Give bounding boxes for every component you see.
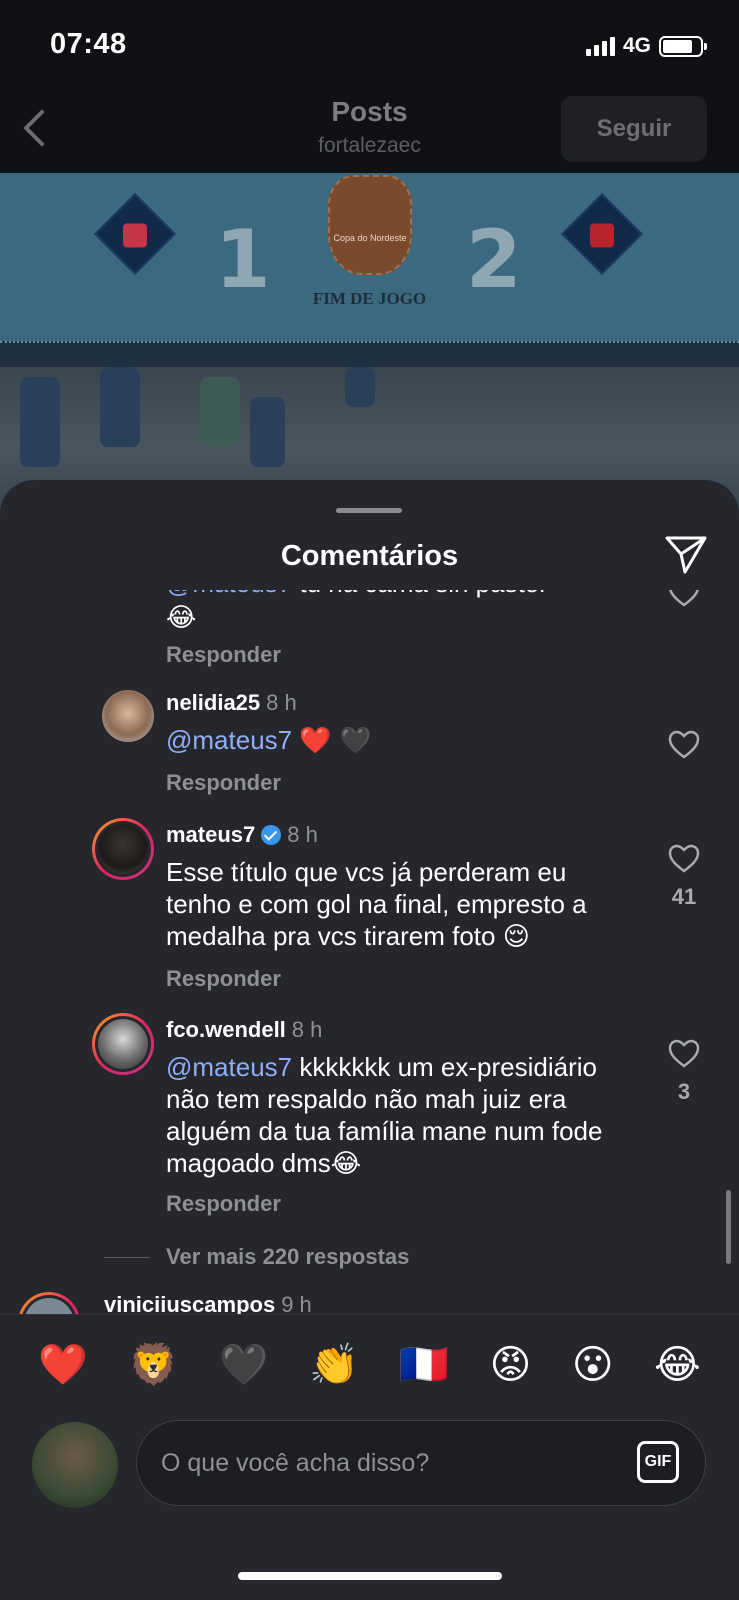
- comments-list: @mateus7 tu na cama sin pastor 😂 Respond…: [0, 590, 739, 1420]
- comment-time: 8 h: [287, 822, 318, 847]
- sheet-handle[interactable]: [336, 508, 402, 513]
- comment-username[interactable]: nelidia25 8 h: [166, 690, 297, 716]
- status-bar: 07:48 4G: [0, 0, 739, 90]
- home-crest-icon: [93, 192, 177, 276]
- scrollbar[interactable]: [726, 1190, 731, 1264]
- share-send-icon[interactable]: [663, 530, 709, 576]
- more-replies-button[interactable]: Ver mais 220 respostas: [104, 1244, 409, 1270]
- emoji-black-heart[interactable]: 🖤: [219, 1345, 269, 1385]
- battery-icon: [659, 35, 707, 57]
- sheet-title: Comentários: [280, 540, 459, 572]
- emoji-clap[interactable]: 👏: [309, 1345, 359, 1385]
- more-replies-label: Ver mais 220 respostas: [166, 1244, 410, 1269]
- quick-emoji-bar: ❤️ 🦁 🖤 👏 🇫🇷 😡 😮 😂: [0, 1314, 739, 1414]
- like-heart-icon[interactable]: [667, 590, 701, 610]
- cup-label: Copa do Nordeste: [333, 233, 407, 243]
- match-status: FIM DE JOGO: [312, 289, 427, 308]
- comment-text: @mateus7 tu na cama sin pastor: [166, 590, 548, 599]
- comment-input-placeholder: O que você acha disso?: [161, 1449, 430, 1477]
- post-background: 07:48 4G Posts fortalezaec Seguir 1 Copa…: [0, 0, 739, 567]
- avatar-story-ring[interactable]: [92, 818, 154, 880]
- reply-button[interactable]: Responder: [166, 1191, 281, 1217]
- cup-badge-icon: Copa do Nordeste: [328, 175, 412, 275]
- status-time: 07:48: [50, 28, 127, 60]
- comment-composer: O que você acha disso? GIF: [0, 1414, 739, 1534]
- nav-bar: Posts fortalezaec Seguir: [0, 90, 739, 172]
- comment-text: @mateus7 ❤️ 🖤: [166, 725, 372, 755]
- follow-button[interactable]: Seguir: [561, 96, 707, 162]
- network-label: 4G: [622, 34, 651, 57]
- status-indicators: 4G: [585, 34, 707, 58]
- avatar-story-ring[interactable]: [92, 1013, 154, 1075]
- emoji-heart[interactable]: ❤️: [38, 1345, 88, 1385]
- emoji-france-flag[interactable]: 🇫🇷: [399, 1345, 449, 1385]
- comment-username[interactable]: mateus7 8 h: [166, 822, 318, 848]
- reply-button[interactable]: Responder: [166, 642, 281, 668]
- comment-time: 8 h: [291, 1017, 323, 1042]
- comment-emoji: 😂: [166, 602, 197, 632]
- comment-text: Esse título que vcs já perderam eu tenho…: [166, 857, 587, 951]
- comment-username[interactable]: fco.wendell 8 h: [166, 1017, 322, 1043]
- comment-text: @mateus7 kkkkkkk um ex-presidiário não t…: [166, 1052, 603, 1178]
- emoji-laughing[interactable]: 😂: [654, 1345, 701, 1385]
- match-banner: 1 Copa do Nordeste 2 FIM DE JOGO: [0, 173, 739, 341]
- signal-icon: [585, 36, 615, 56]
- verified-badge-icon: [261, 825, 282, 845]
- emoji-lion[interactable]: 🦁: [129, 1345, 179, 1385]
- like-heart-icon[interactable]: [667, 1037, 701, 1071]
- avatar[interactable]: [102, 690, 154, 742]
- like-count: 41: [671, 884, 697, 909]
- away-crest-icon: [560, 192, 644, 276]
- emoji-surprised[interactable]: 😮: [572, 1345, 614, 1385]
- reply-button[interactable]: Responder: [166, 966, 281, 992]
- like-heart-icon[interactable]: [667, 842, 701, 876]
- like-heart-icon[interactable]: [667, 728, 701, 762]
- comment-input[interactable]: O que você acha disso? GIF: [136, 1420, 706, 1506]
- gif-button[interactable]: GIF: [637, 1441, 679, 1483]
- like-count: 3: [677, 1079, 691, 1104]
- reply-button[interactable]: Responder: [166, 770, 281, 796]
- comment-time: 8 h: [266, 690, 297, 715]
- banner-strip: [0, 341, 739, 367]
- emoji-angry[interactable]: 😡: [490, 1345, 532, 1385]
- home-indicator[interactable]: [238, 1572, 502, 1580]
- comments-sheet: Comentários @mateus7 tu na cama sin past…: [0, 480, 739, 1600]
- my-avatar: [32, 1422, 118, 1508]
- more-replies-line: [104, 1256, 150, 1258]
